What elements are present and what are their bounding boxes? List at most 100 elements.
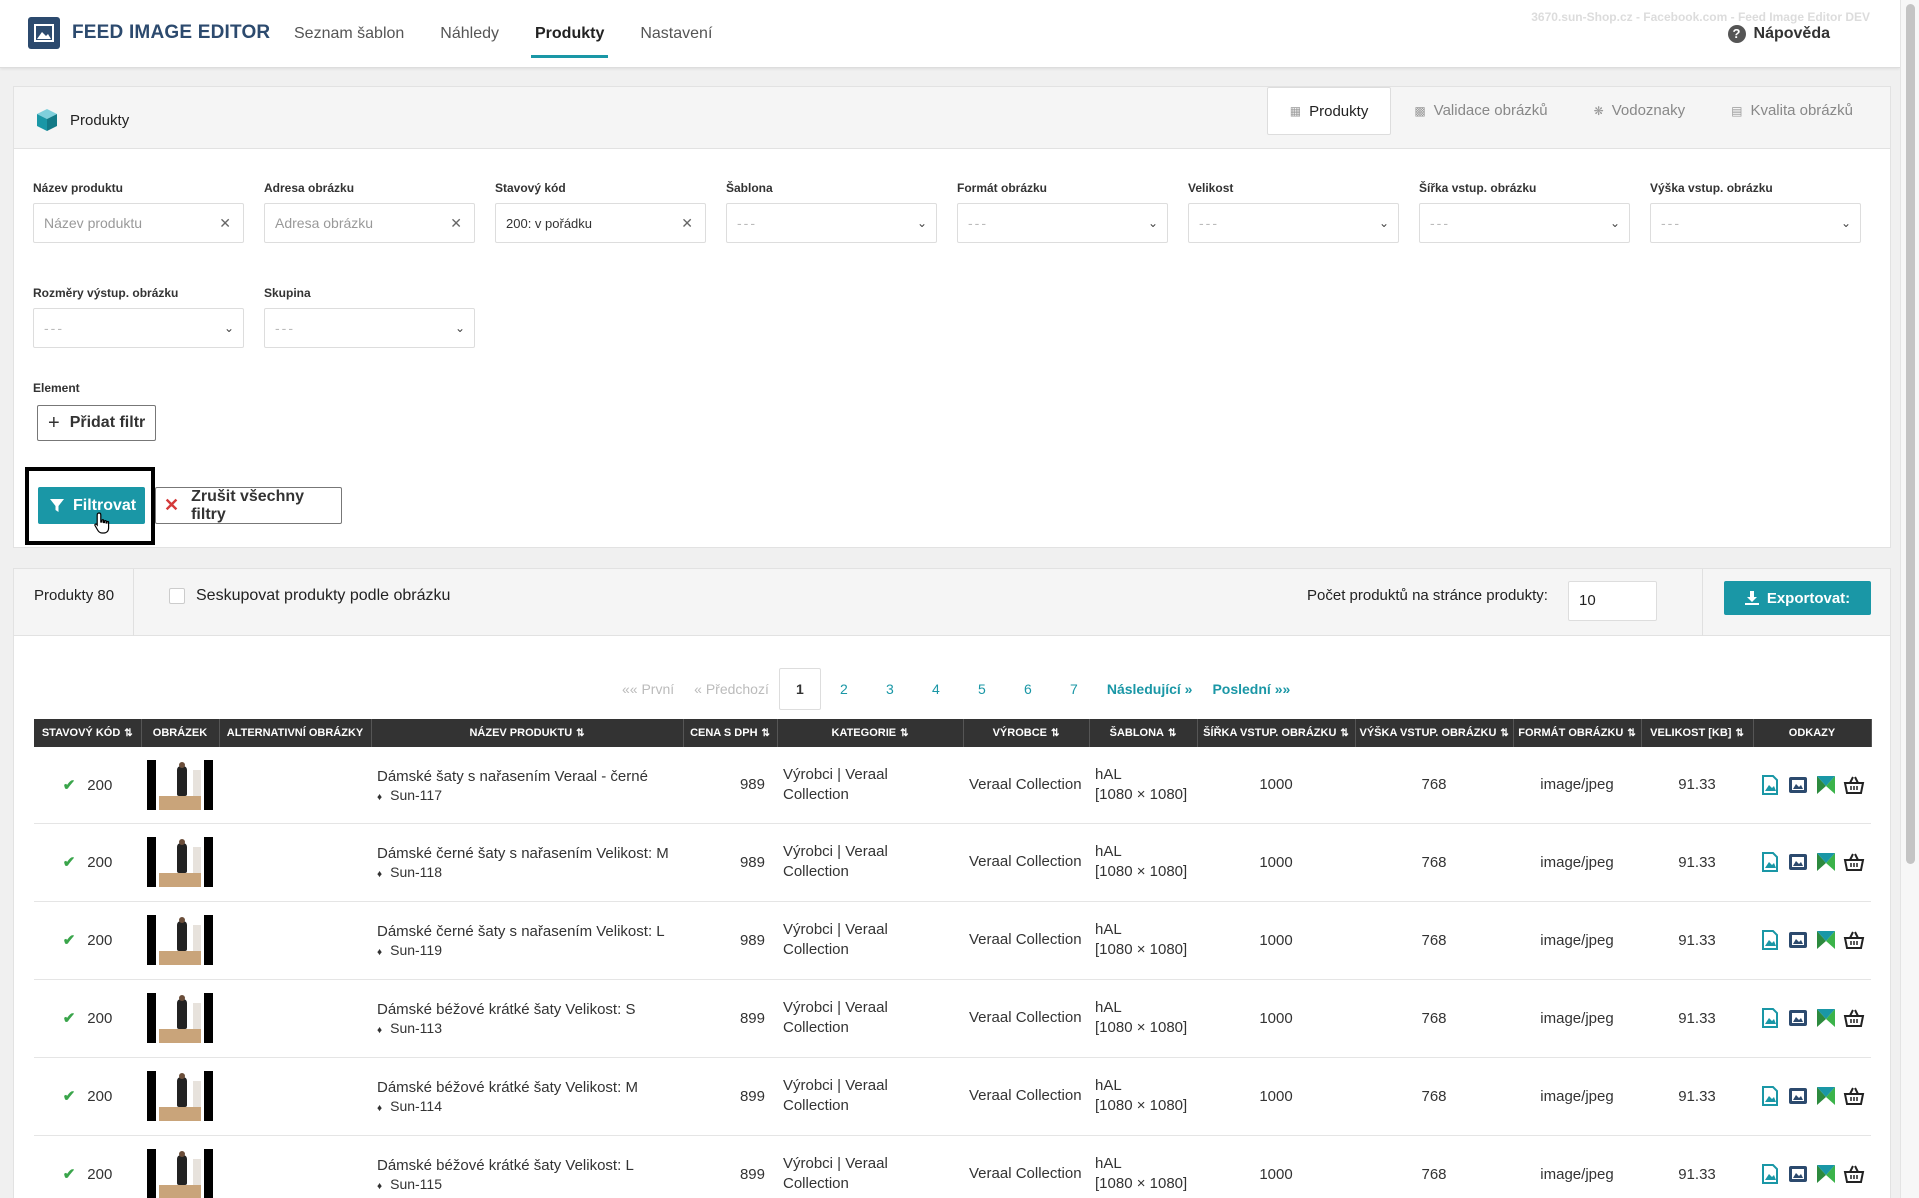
nav-products[interactable]: Produkty [517, 0, 622, 68]
sort-icon[interactable]: ⇅ [1627, 728, 1635, 739]
tab-image-validation[interactable]: ▩ Validace obrázků [1391, 87, 1570, 134]
filter-button[interactable]: Filtrovat [38, 487, 145, 524]
feed-logo-icon[interactable] [1815, 851, 1837, 873]
page-7[interactable]: 7 [1051, 669, 1097, 709]
product-sku-wrap: ♦ Sun-117 [377, 787, 677, 803]
image-url-input[interactable]: Adresa obrázku ✕ [264, 203, 475, 243]
product-thumbnail[interactable] [147, 759, 213, 810]
status-code: 200 [87, 1088, 113, 1105]
template-select[interactable]: --- ⌄ [726, 203, 937, 243]
sort-icon[interactable]: ⇅ [762, 728, 770, 739]
image-file-icon[interactable] [1759, 1085, 1781, 1107]
nav-previews[interactable]: Náhledy [422, 0, 517, 68]
check-icon: ✔ [62, 1166, 76, 1183]
tab-products[interactable]: ▦ Produkty [1266, 87, 1392, 135]
col-template[interactable]: Šablona ⇅ [1089, 719, 1198, 747]
page-2[interactable]: 2 [821, 669, 867, 709]
feed-logo-icon[interactable] [1815, 929, 1837, 951]
tab-image-quality[interactable]: ▤ Kvalita obrázků [1708, 87, 1876, 134]
export-button[interactable]: Exportovat: [1724, 581, 1871, 615]
col-category[interactable]: Kategorie ⇅ [777, 719, 964, 747]
feed-logo-icon[interactable] [1815, 1007, 1837, 1029]
image-file-icon[interactable] [1759, 1163, 1781, 1185]
page-scrollbar[interactable] [1900, 0, 1919, 1198]
help-link[interactable]: ? Nápověda [1727, 25, 1830, 43]
page-3[interactable]: 3 [867, 669, 913, 709]
basket-icon[interactable] [1843, 774, 1865, 796]
feed-logo-icon[interactable] [1815, 1085, 1837, 1107]
feed-logo-icon[interactable] [1815, 774, 1837, 796]
sort-icon[interactable]: ⇅ [1340, 728, 1348, 739]
output-dims-select[interactable]: --- ⌄ [33, 308, 244, 348]
product-thumbnail[interactable] [147, 1071, 213, 1121]
col-format[interactable]: Formát obrázku ⇅ [1513, 719, 1642, 747]
preview-image-icon[interactable] [1787, 774, 1809, 796]
preview-image-icon[interactable] [1787, 1163, 1809, 1185]
nav-settings[interactable]: Nastavení [622, 0, 730, 68]
image-file-icon[interactable] [1759, 1007, 1781, 1029]
image-file-icon[interactable] [1759, 929, 1781, 951]
preview-image-icon[interactable] [1787, 1007, 1809, 1029]
group-checkbox[interactable] [169, 588, 185, 604]
input-width-select[interactable]: --- ⌄ [1419, 203, 1630, 243]
basket-icon[interactable] [1843, 1085, 1865, 1107]
cell-maker: Veraal Collection [963, 901, 1089, 980]
col-maker[interactable]: Výrobce ⇅ [963, 719, 1090, 747]
sort-icon[interactable]: ⇅ [1500, 728, 1508, 739]
product-thumbnail[interactable] [147, 993, 213, 1043]
basket-icon[interactable] [1843, 929, 1865, 951]
scrollbar-thumb[interactable] [1906, 4, 1915, 864]
app-logo[interactable]: FEED IMAGE EDITOR [28, 17, 270, 49]
sort-icon[interactable]: ⇅ [900, 728, 908, 739]
col-status[interactable]: Stavový kód ⇅ [34, 719, 142, 747]
sort-icon[interactable]: ⇅ [1051, 728, 1059, 739]
sort-icon[interactable]: ⇅ [576, 728, 584, 739]
image-file-icon[interactable] [1759, 774, 1781, 796]
group-select[interactable]: --- ⌄ [264, 308, 475, 348]
col-input-height[interactable]: Výška vstup. obrázku ⇅ [1355, 719, 1514, 747]
preview-image-icon[interactable] [1787, 851, 1809, 873]
product-name-input[interactable]: Název produktu ✕ [33, 203, 244, 243]
group-by-image-toggle[interactable]: Seskupovat produkty podle obrázku [169, 587, 450, 605]
product-thumbnail[interactable] [147, 915, 213, 965]
field-label: Velikost [1188, 181, 1234, 195]
cell-name: Dámské béžové krátké šaty Velikost: M ♦ Su… [371, 1057, 683, 1136]
sort-icon[interactable]: ⇅ [124, 728, 132, 739]
nav-templates[interactable]: Seznam šablon [276, 0, 422, 68]
col-size[interactable]: Velikost [kB] ⇅ [1641, 719, 1754, 747]
product-thumbnail[interactable] [147, 837, 213, 887]
status-code-select[interactable]: 200: v pořádku ✕ [495, 203, 706, 243]
col-price[interactable]: Cena s DPH ⇅ [683, 719, 778, 747]
add-filter-button[interactable]: + Přidat filtr [37, 405, 157, 441]
image-format-select[interactable]: --- ⌄ [957, 203, 1168, 243]
col-name[interactable]: Název produktu ⇅ [371, 719, 684, 747]
product-name: Dámské béžové krátké šaty Velikost: S [377, 1001, 636, 1018]
basket-icon[interactable] [1843, 1007, 1865, 1029]
page-5[interactable]: 5 [959, 669, 1005, 709]
per-page-input[interactable]: 10 [1568, 581, 1657, 621]
page-1[interactable]: 1 [778, 668, 821, 710]
tab-watermarks[interactable]: ❋ Vodoznaky [1571, 87, 1708, 134]
feed-logo-icon[interactable] [1815, 1163, 1837, 1185]
clear-icon[interactable]: ✕ [450, 204, 462, 242]
page-6[interactable]: 6 [1005, 669, 1051, 709]
page-4[interactable]: 4 [913, 669, 959, 709]
size-select[interactable]: --- ⌄ [1188, 203, 1399, 243]
product-thumbnail[interactable] [147, 1149, 213, 1198]
clear-icon[interactable]: ✕ [681, 204, 693, 242]
sort-icon[interactable]: ⇅ [1168, 728, 1176, 739]
page-next[interactable]: Následující » [1097, 669, 1203, 709]
basket-icon[interactable] [1843, 1163, 1865, 1185]
sort-icon[interactable]: ⇅ [1735, 728, 1743, 739]
input-height-select[interactable]: --- ⌄ [1650, 203, 1861, 243]
tag-icon: ♦ [377, 947, 383, 958]
col-input-width[interactable]: Šířka vstup. obrázku ⇅ [1197, 719, 1356, 747]
clear-filters-button[interactable]: ✕ Zrušit všechny filtry [155, 487, 342, 524]
preview-image-icon[interactable] [1787, 1085, 1809, 1107]
preview-image-icon[interactable] [1787, 929, 1809, 951]
clear-icon[interactable]: ✕ [219, 204, 231, 242]
image-file-icon[interactable] [1759, 851, 1781, 873]
check-icon: ✔ [62, 1010, 76, 1027]
basket-icon[interactable] [1843, 851, 1865, 873]
page-last[interactable]: Poslední »» [1202, 669, 1300, 709]
